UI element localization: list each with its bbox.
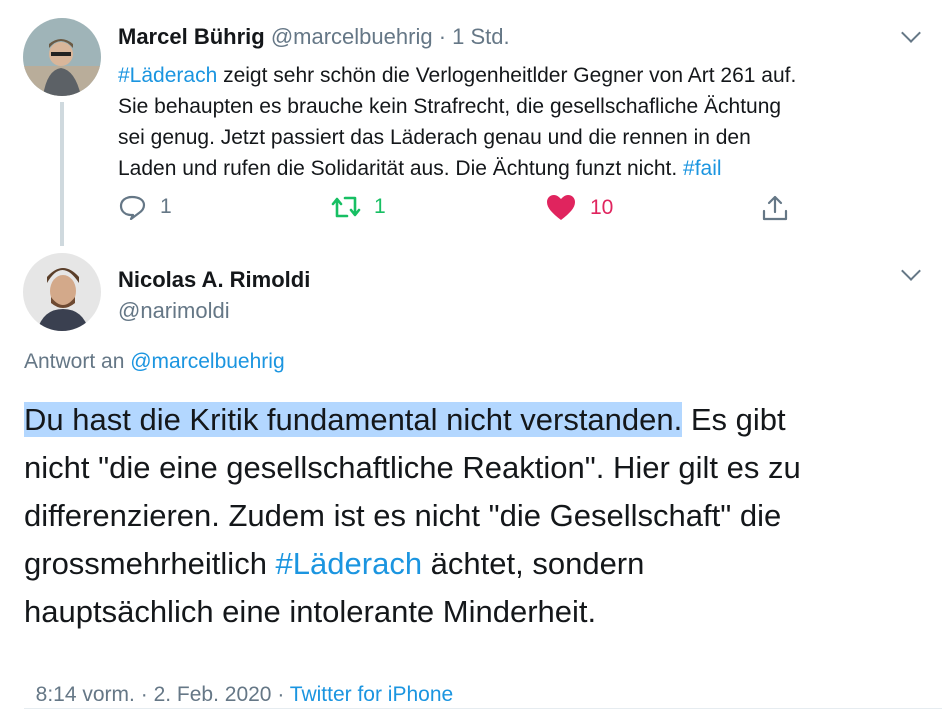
tweet2-date[interactable]: 2. Feb. 2020 [154,683,272,706]
tweet2-author: Nicolas A. Rimoldi @narimoldi [118,264,310,326]
tweet1-text: #Läderach zeigt sehr schön die Verlogenh… [118,64,797,180]
retweet-icon [330,194,362,220]
reply-count: 1 [160,195,172,218]
tweet2-author-name[interactable]: Nicolas A. Rimoldi [118,264,310,295]
bottom-divider [24,708,942,709]
thread-connector [60,102,64,246]
avatar-marcel[interactable] [23,18,101,96]
tweet2-text: Du hast die Kritik fundamental nicht ver… [24,402,801,629]
share-icon [762,194,788,222]
share-button[interactable] [762,194,788,222]
hashtag-laederach[interactable]: #Läderach [276,546,423,581]
tweet2-author-handle[interactable]: @narimoldi [118,295,310,326]
like-count: 10 [590,195,614,219]
tweet1-author-name[interactable]: Marcel Bührig [118,24,265,49]
like-button[interactable]: 10 [546,194,613,221]
reply-to-handle[interactable]: @marcelbuehrig [130,350,284,373]
hashtag-laederach[interactable]: #Läderach [118,64,217,87]
retweet-count: 1 [374,195,386,218]
tweet1-time[interactable]: 1 Std. [452,24,509,49]
reply-to-line: Antwort an @marcelbuehrig [24,350,285,374]
tweet1-author-handle[interactable]: @marcelbuehrig [271,24,433,49]
tweet1-separator: · [438,24,447,49]
retweet-button[interactable]: 1 [330,194,386,220]
reply-to-label: Antwort an [24,350,131,373]
reply-icon [118,194,146,220]
selected-text: Du hast die Kritik fundamental nicht ver… [24,402,683,437]
heart-icon [546,194,576,221]
avatar-nicolas[interactable] [23,253,101,331]
tweet2-meta: 8:14 vorm. · 2. Feb. 2020 · Twitter for … [35,683,454,706]
tweet1-header: Marcel Bührig @marcelbuehrig · 1 Std. [118,24,510,50]
chevron-down-icon[interactable] [901,261,921,281]
chevron-down-icon[interactable] [901,23,921,43]
tweet2-time[interactable]: 8:14 vorm. [36,683,135,706]
tweet2-source[interactable]: Twitter for iPhone [290,683,453,706]
reply-button[interactable]: 1 [118,194,172,220]
hashtag-fail[interactable]: #fail [683,157,722,180]
